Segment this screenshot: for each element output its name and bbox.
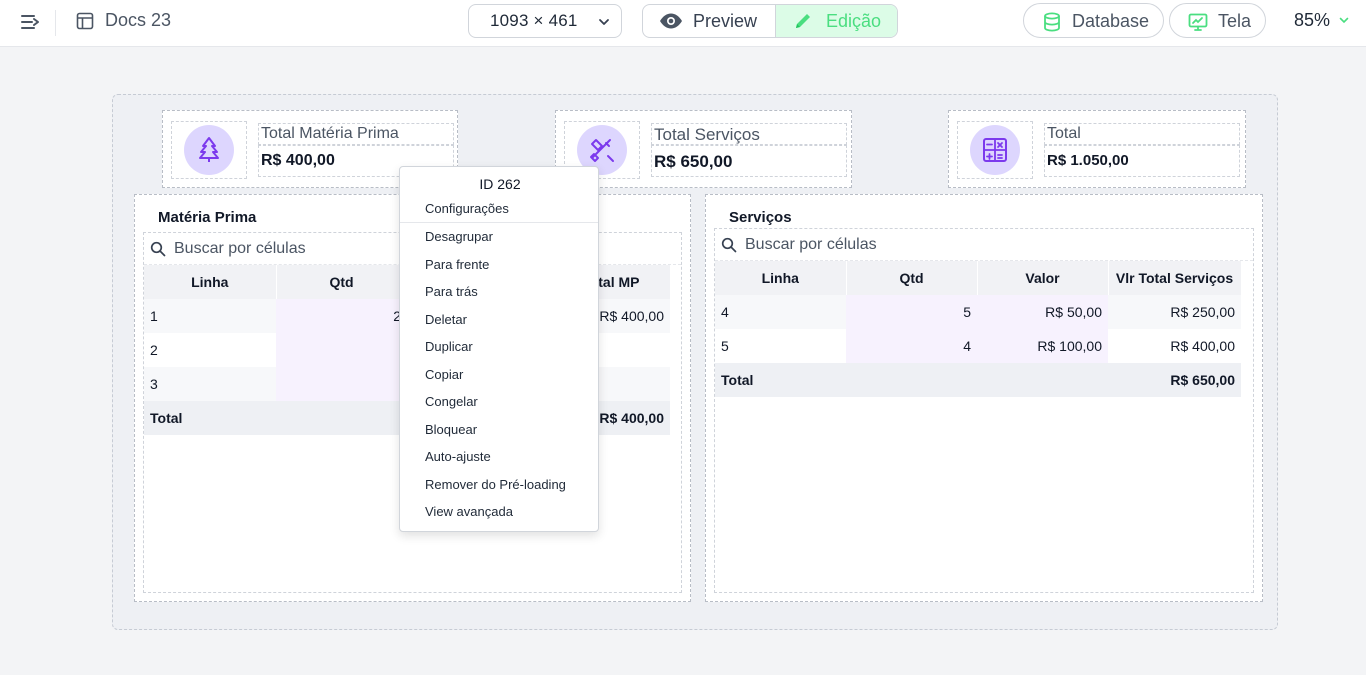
menu-item-bloquear[interactable]: Bloquear: [425, 422, 477, 437]
card-label: Total: [1047, 125, 1081, 142]
screen-label: Tela: [1218, 11, 1252, 31]
card-total[interactable]: Total R$ 1.050,00: [948, 110, 1246, 188]
menu-item-remover-preloading[interactable]: Remover do Pré-loading: [425, 477, 566, 492]
card-icon-circle: [184, 125, 234, 175]
search-bar: [715, 229, 1253, 261]
eye-icon: [660, 13, 682, 29]
document-title: Docs 23: [105, 10, 172, 30]
total-empty: [276, 401, 407, 435]
menu-item-desagrupar[interactable]: Desagrupar: [425, 229, 493, 244]
layout-icon: [76, 12, 94, 30]
preview-label: Preview: [693, 11, 758, 31]
calculator-icon: [983, 138, 1007, 162]
menu-item-deletar[interactable]: Deletar: [425, 312, 467, 327]
total-value: R$ 650,00: [1108, 363, 1241, 397]
mode-toggle: Preview Edição: [642, 4, 898, 38]
screen-button[interactable]: Tela: [1169, 3, 1266, 38]
preview-button[interactable]: Preview: [643, 5, 775, 37]
header-vlr-total[interactable]: Vlr Total Serviços: [1108, 261, 1242, 295]
monitor-icon: [1188, 13, 1208, 31]
menu-item-view-avancada[interactable]: View avançada: [425, 504, 513, 519]
header-valor[interactable]: Valor: [977, 261, 1109, 295]
chevron-down-icon: [1339, 17, 1349, 24]
chevron-down-icon: [599, 19, 609, 25]
search-icon: [721, 237, 737, 253]
panel-title: Serviços: [729, 209, 792, 226]
card-value-box: R$ 1.050,00: [1044, 145, 1240, 177]
card-icon-box: [957, 121, 1033, 179]
total-empty: [977, 363, 1108, 397]
panel-title: Matéria Prima: [158, 209, 257, 226]
database-button[interactable]: Database: [1023, 3, 1164, 38]
tools-icon: [590, 139, 614, 162]
total-label: Total: [715, 363, 846, 397]
menu-item-copiar[interactable]: Copiar: [425, 367, 463, 382]
card-value: R$ 1.050,00: [1047, 152, 1129, 169]
trees-icon: [199, 137, 219, 162]
total-empty: [846, 363, 977, 397]
table-row[interactable]: 4 5 R$ 50,00 R$ 250,00: [715, 295, 1241, 329]
cell-linha[interactable]: 5: [715, 329, 846, 363]
cell-qtd[interactable]: 5: [846, 295, 977, 329]
card-value-box: R$ 650,00: [651, 145, 847, 177]
canvas-size-value: 1093 × 461: [490, 11, 578, 30]
header-linha[interactable]: Linha: [144, 265, 277, 299]
table-container: Linha Qtd Valor Vlr Total Serviços 4 5 R…: [714, 228, 1254, 593]
card-icon-box: [171, 121, 247, 179]
menu-item-congelar[interactable]: Congelar: [425, 394, 478, 409]
table-row[interactable]: 5 4 R$ 100,00 R$ 400,00: [715, 329, 1241, 363]
menu-item-auto-ajuste[interactable]: Auto-ajuste: [425, 449, 491, 464]
servicos-table: Linha Qtd Valor Vlr Total Serviços 4 5 R…: [715, 261, 1242, 397]
search-icon: [150, 241, 166, 257]
cell-total[interactable]: R$ 400,00: [1108, 329, 1241, 363]
total-label: Total: [144, 401, 276, 435]
menu-divider: [400, 222, 598, 223]
card-value: R$ 400,00: [261, 152, 335, 169]
toolbar-divider: [55, 10, 56, 36]
header-qtd[interactable]: Qtd: [276, 265, 408, 299]
database-label: Database: [1072, 11, 1150, 31]
cell-qtd[interactable]: [276, 333, 407, 367]
cell-valor[interactable]: R$ 100,00: [977, 329, 1108, 363]
zoom-select[interactable]: 85%: [1294, 10, 1330, 31]
cell-total[interactable]: R$ 250,00: [1108, 295, 1241, 329]
pencil-icon: [796, 14, 810, 28]
card-label-box: Total Serviços: [651, 123, 847, 145]
context-menu-title: ID 262: [479, 176, 521, 192]
cell-linha[interactable]: 4: [715, 295, 846, 329]
cell-linha[interactable]: 1: [144, 299, 276, 333]
card-label-box: Total Matéria Prima: [258, 123, 454, 145]
cell-qtd[interactable]: 4: [846, 329, 977, 363]
header-qtd[interactable]: Qtd: [846, 261, 978, 295]
cell-valor[interactable]: R$ 50,00: [977, 295, 1108, 329]
context-menu: ID 262 Configurações Desagrupar Para fre…: [399, 166, 599, 532]
menu-item-duplicar[interactable]: Duplicar: [425, 339, 473, 354]
card-value: R$ 650,00: [654, 152, 733, 171]
cell-linha[interactable]: 3: [144, 367, 276, 401]
database-icon: [1044, 12, 1060, 32]
search-input[interactable]: [745, 233, 1045, 257]
menu-item-para-frente[interactable]: Para frente: [425, 257, 489, 272]
edit-button[interactable]: Edição: [775, 5, 897, 37]
menu-item-configuracoes[interactable]: Configurações: [425, 201, 509, 216]
sidebar-toggle-icon[interactable]: [20, 11, 42, 33]
card-label: Total Serviços: [654, 125, 760, 144]
menu-item-para-tras[interactable]: Para trás: [425, 284, 478, 299]
canvas-size-select[interactable]: 1093 × 461: [468, 4, 622, 38]
edit-label: Edição: [826, 11, 882, 31]
card-label: Total Matéria Prima: [261, 125, 399, 142]
header-linha[interactable]: Linha: [715, 261, 847, 295]
card-icon-circle: [970, 125, 1020, 175]
cell-linha[interactable]: 2: [144, 333, 276, 367]
card-label-box: Total: [1044, 123, 1240, 145]
cell-qtd[interactable]: 2: [276, 299, 407, 333]
table-header-row: Linha Qtd Valor Vlr Total Serviços: [715, 261, 1242, 295]
servicos-panel: Serviços Linha Qtd Valor Vlr Total Servi…: [705, 194, 1263, 602]
table-total-row: Total R$ 650,00: [715, 363, 1241, 397]
top-toolbar: Docs 23 1093 × 461 Preview Edição Databa…: [0, 0, 1366, 47]
cell-qtd[interactable]: [276, 367, 407, 401]
